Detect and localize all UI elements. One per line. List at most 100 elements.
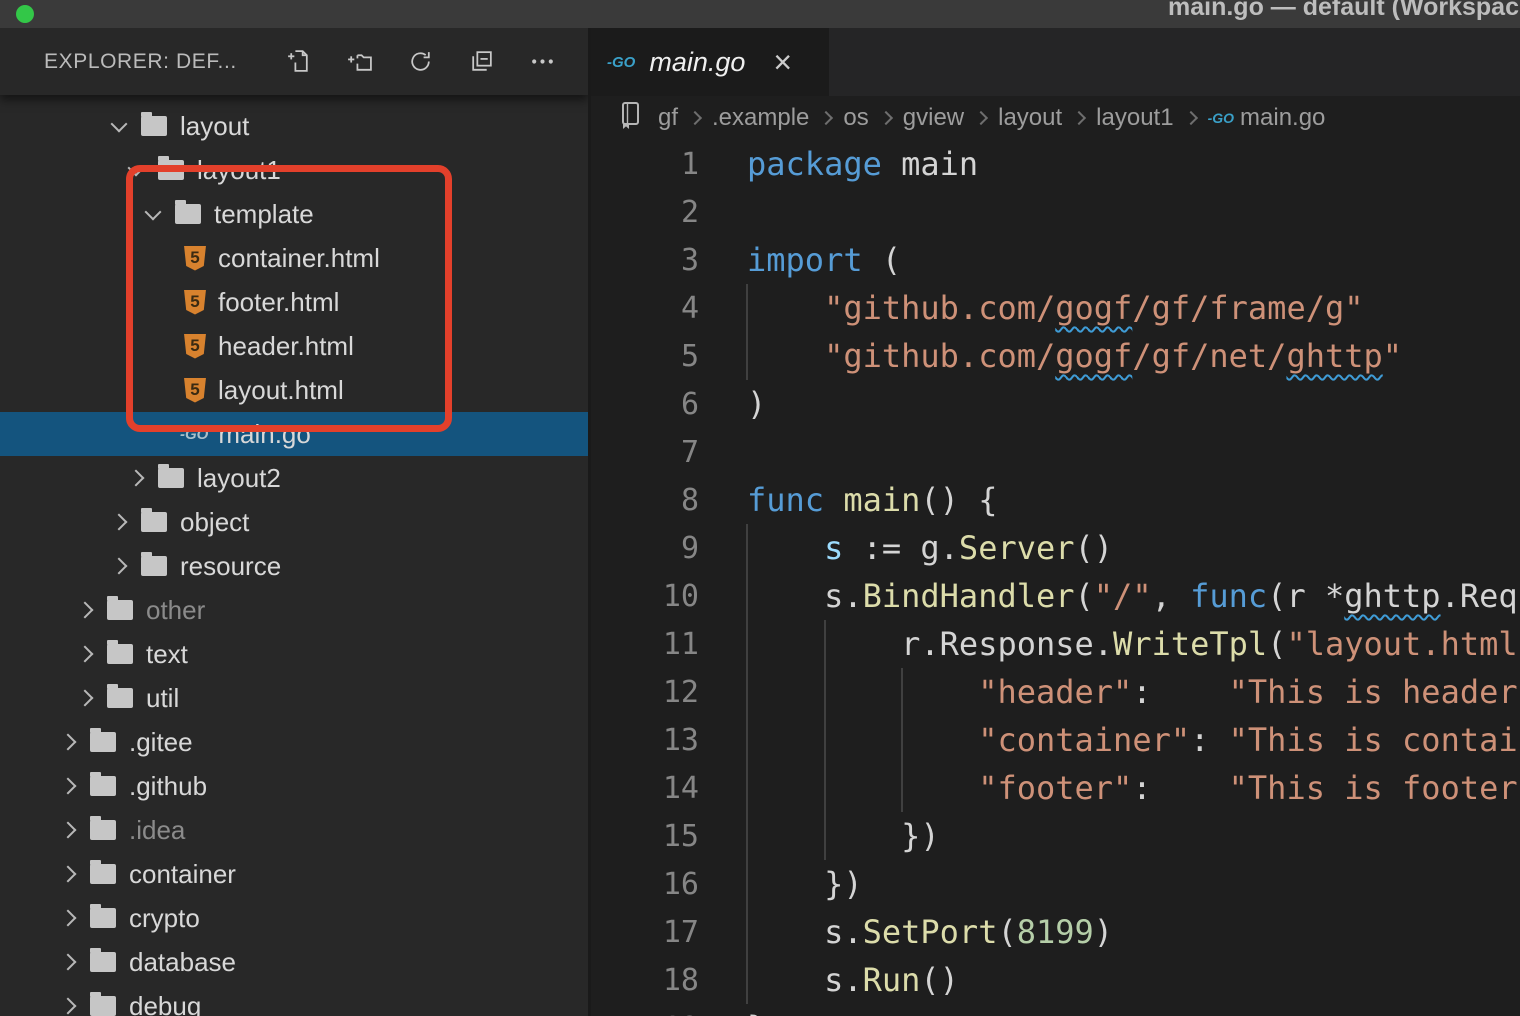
tree-item-label: .github: [129, 771, 207, 802]
go-icon: -GO: [1208, 110, 1234, 126]
line-number: 7: [591, 435, 699, 470]
breadcrumb-item-gf[interactable]: gf: [658, 104, 678, 132]
chevron-right-icon[interactable]: [79, 604, 107, 616]
indent-guide: [746, 524, 748, 1004]
tree-row-.github[interactable]: .github: [0, 764, 588, 808]
tree-item-label: layout2: [197, 463, 281, 494]
explorer-actions: [285, 48, 588, 75]
code-token: :: [1132, 673, 1228, 711]
breadcrumb-item-file[interactable]: main.go: [1240, 104, 1325, 132]
tree-item-label: text: [146, 639, 188, 670]
tree-row-object[interactable]: object: [0, 500, 588, 544]
sidebar-editor-divider[interactable]: [588, 28, 591, 1016]
folder-icon: [90, 776, 116, 796]
chevron-down-icon[interactable]: [113, 122, 141, 130]
code-token: [747, 673, 978, 711]
tab-bar: -GO main.go ×: [591, 28, 1520, 96]
code-line-3: 3import (: [591, 236, 1520, 284]
more-actions-icon[interactable]: [529, 48, 556, 75]
tree-row-util[interactable]: util: [0, 676, 588, 720]
tree-row-container[interactable]: container: [0, 852, 588, 896]
code-editor[interactable]: 1package main23import (4 "github.com/gog…: [591, 140, 1520, 1016]
explorer-title: EXPLORER: DEF...: [44, 50, 237, 74]
code-token: }): [747, 817, 940, 855]
tree-item-label: other: [146, 595, 205, 626]
chevron-right-icon[interactable]: [79, 692, 107, 704]
tree-row-.gitee[interactable]: .gitee: [0, 720, 588, 764]
code-token: ,: [1152, 577, 1191, 615]
code-token: "This is header": [1229, 673, 1520, 711]
traffic-light-green[interactable]: [16, 5, 34, 23]
chevron-right-icon: [879, 111, 893, 125]
tree-row-database[interactable]: database: [0, 940, 588, 984]
line-number: 10: [591, 579, 699, 614]
code-token: s.: [747, 961, 863, 999]
tree-row-resource[interactable]: resource: [0, 544, 588, 588]
tree-row-crypto[interactable]: crypto: [0, 896, 588, 940]
chevron-right-icon[interactable]: [113, 560, 141, 572]
breadcrumb-item-os[interactable]: os: [843, 104, 868, 132]
tree-row-debug[interactable]: debug: [0, 984, 588, 1016]
breadcrumb-item-gview[interactable]: gview: [903, 104, 964, 132]
tree-row-other[interactable]: other: [0, 588, 588, 632]
folder-icon: [90, 732, 116, 752]
chevron-right-icon[interactable]: [62, 868, 90, 880]
chevron-right-icon[interactable]: [62, 824, 90, 836]
tree-row-layout[interactable]: layout: [0, 104, 588, 148]
breadcrumb-item-layout1[interactable]: layout1: [1096, 104, 1173, 132]
code-token: (: [1267, 625, 1286, 663]
chevron-right-icon[interactable]: [62, 1000, 90, 1012]
code-token: "This is footer": [1229, 769, 1520, 807]
tab-label: main.go: [649, 47, 745, 78]
code-line-4: 4 "github.com/gogf/gf/frame/g": [591, 284, 1520, 332]
tab-main-go[interactable]: -GO main.go ×: [591, 28, 829, 96]
close-icon[interactable]: ×: [773, 46, 792, 78]
code-token: r.Response.: [747, 625, 1113, 663]
breadcrumb-item-layout[interactable]: layout: [998, 104, 1062, 132]
code-token: :: [1132, 769, 1228, 807]
code-line-10: 10 s.BindHandler("/", func(r *ghttp.Requ…: [591, 572, 1520, 620]
line-number: 13: [591, 723, 699, 758]
collapse-folders-icon[interactable]: [468, 48, 495, 75]
tree-item-label: object: [180, 507, 249, 538]
annotation-rectangle: [126, 165, 452, 432]
book-icon: [619, 101, 642, 136]
folder-icon: [107, 644, 133, 664]
code-token: package: [747, 145, 882, 183]
tree-item-label: util: [146, 683, 179, 714]
code-token: /gf/frame/g": [1132, 289, 1363, 327]
line-number: 18: [591, 963, 699, 998]
code-token: main: [882, 145, 978, 183]
code-token: (r *: [1267, 577, 1344, 615]
code-line-1: 1package main: [591, 140, 1520, 188]
chevron-right-icon: [688, 111, 702, 125]
chevron-right-icon[interactable]: [62, 780, 90, 792]
chevron-right-icon[interactable]: [79, 648, 107, 660]
code-token: func: [747, 481, 824, 519]
chevron-right-icon: [1072, 111, 1086, 125]
code-line-19: 19}: [591, 1004, 1520, 1016]
breadcrumb-item-.example[interactable]: .example: [712, 104, 809, 132]
code-token: () {: [920, 481, 997, 519]
tree-row-layout2[interactable]: layout2: [0, 456, 588, 500]
code-token: ": [1383, 337, 1402, 375]
tree-row-.idea[interactable]: .idea: [0, 808, 588, 852]
chevron-right-icon[interactable]: [62, 736, 90, 748]
chevron-right-icon[interactable]: [62, 956, 90, 968]
code-line-5: 5 "github.com/gogf/gf/net/ghttp": [591, 332, 1520, 380]
line-number: 15: [591, 819, 699, 854]
tree-row-text[interactable]: text: [0, 632, 588, 676]
chevron-right-icon[interactable]: [130, 472, 158, 484]
new-folder-icon[interactable]: [346, 48, 373, 75]
code-line-15: 15 }): [591, 812, 1520, 860]
chevron-right-icon[interactable]: [62, 912, 90, 924]
chevron-right-icon[interactable]: [113, 516, 141, 528]
code-token: }): [747, 865, 863, 903]
code-token: /gf/net/: [1132, 337, 1286, 375]
refresh-icon[interactable]: [407, 48, 434, 75]
code-token: ): [747, 385, 766, 423]
code-line-18: 18 s.Run(): [591, 956, 1520, 1004]
new-file-icon[interactable]: [285, 48, 312, 75]
code-token: [747, 769, 978, 807]
indent-guide: [901, 668, 903, 812]
